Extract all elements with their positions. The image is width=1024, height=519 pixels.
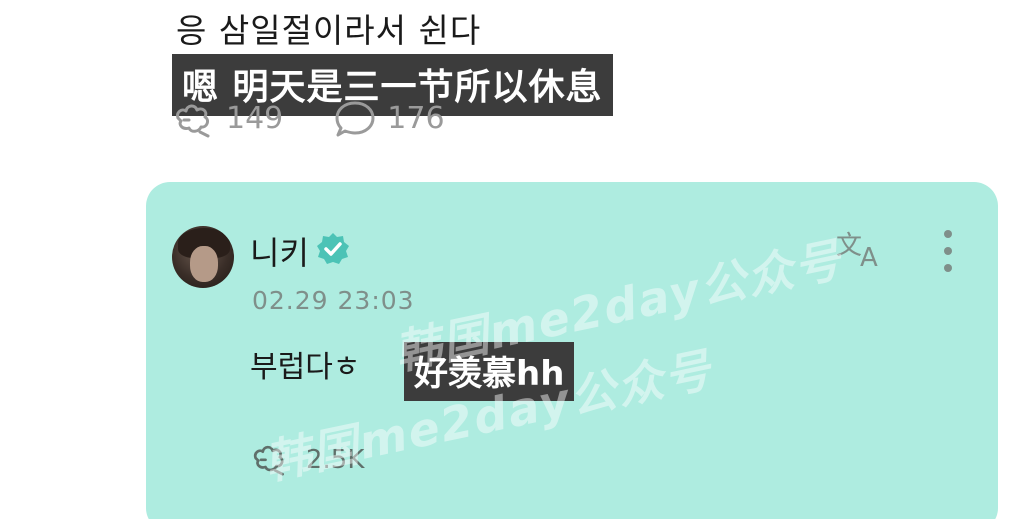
post-like-count: 149: [226, 100, 284, 136]
svg-text:A: A: [860, 243, 878, 270]
reply-username[interactable]: 니키: [250, 228, 309, 274]
post-text: 응 삼일절이라서 쉰다: [176, 11, 482, 50]
post-stats: 149 176: [172, 98, 445, 138]
reply-timestamp: 02.29 23:03: [252, 286, 415, 315]
post-comment-count: 176: [387, 100, 445, 136]
screen: 응 삼일절이라서 쉰다 嗯 明天是三一节所以休息 149 176 니키 02.2…: [0, 0, 1024, 519]
avatar[interactable]: [172, 226, 234, 288]
more-vertical-icon[interactable]: [940, 226, 956, 276]
like-icon[interactable]: [172, 98, 216, 138]
comment-icon[interactable]: [333, 98, 377, 138]
verified-badge-icon: [316, 232, 350, 266]
reply-message: 부럽다ㅎ: [250, 350, 361, 385]
